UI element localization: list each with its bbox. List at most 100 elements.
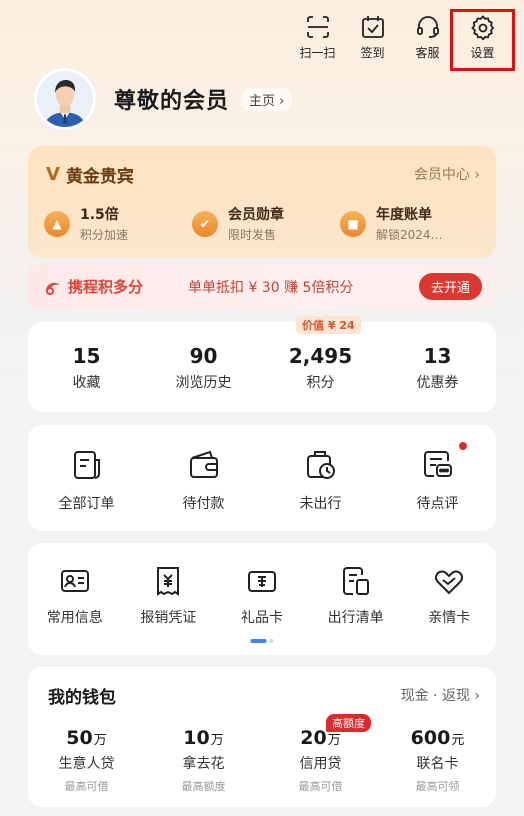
wallet-name: 信用贷 [299, 756, 342, 772]
stat-label: 优惠券 [416, 375, 459, 391]
avatar[interactable] [34, 68, 96, 130]
wallet-name: 生意人贷 [58, 756, 115, 772]
perk-annual-bill[interactable]: ■ 年度账单 解锁2024… [340, 204, 488, 243]
profile-header: 尊敬的会员 主页 › [34, 68, 293, 130]
membership-level-label: 黄金贵宾 [65, 167, 134, 187]
tool-label: 报销凭证 [140, 610, 197, 626]
promo-brand-label: 携程积多分 [68, 278, 144, 296]
stat-favorites[interactable]: 15 收藏 [28, 344, 145, 392]
wallet-credit-loan[interactable]: 20万 信用贷 最高可借 [262, 727, 379, 794]
tool-label: 礼品卡 [240, 610, 283, 626]
wallet-unit: 万 [327, 733, 341, 748]
vip-v-icon: V [46, 164, 60, 185]
perk-title: 1.5倍 [80, 207, 119, 223]
membership-level: V 黄金贵宾 [46, 162, 134, 187]
perk-subtitle: 积分加速 [80, 228, 129, 242]
order-to-review[interactable]: 待点评 [379, 447, 496, 513]
tool-family-card[interactable]: 亲情卡 [402, 565, 496, 627]
page-indicator [250, 639, 274, 643]
wallet-title: 我的钱包 [48, 688, 116, 708]
promo-brand: 携程积多分 [44, 276, 143, 297]
wallet-sub: 最高可领 [415, 780, 460, 793]
perk-medal[interactable]: ✔ 会员勋章 限时发售 [192, 204, 340, 243]
perk-title: 年度账单 [376, 207, 432, 223]
homepage-link[interactable]: 主页 › [241, 87, 293, 111]
settings-label: 设置 [470, 46, 495, 60]
perk-list: ▲ 1.5倍 积分加速 ✔ 会员勋章 限时发售 ■ 年度账单 解锁2024… [44, 204, 488, 243]
member-center-link[interactable]: 会员中心 › [414, 164, 480, 184]
activate-button[interactable]: 去开通 [418, 273, 482, 300]
receipt-icon [157, 567, 180, 596]
stat-coupons[interactable]: 13 优惠券 [379, 344, 496, 392]
tool-gift-card[interactable]: 礼品卡 [215, 565, 309, 627]
points-promo-banner[interactable]: 携程积多分 单单抵扣 ¥ 30 赚 5倍积分 去开通 [28, 264, 496, 308]
perk-subtitle: 限时发售 [228, 228, 277, 242]
perk-points-boost[interactable]: ▲ 1.5倍 积分加速 [44, 204, 192, 243]
all-orders-icon [73, 451, 100, 479]
stats-card: 价值 ¥ 24 15 收藏 90 浏览历史 2,495 积分 13 优惠券 [28, 316, 496, 412]
settings-gear-icon [470, 15, 494, 40]
gift-icon: ■ [340, 210, 366, 237]
order-label: 全部订单 [58, 496, 115, 512]
wallet-name: 联名卡 [416, 756, 459, 772]
order-upcoming[interactable]: 未出行 [262, 447, 379, 513]
tools-card: 常用信息 报销凭证 礼品卡 出行清单 亲情卡 [28, 543, 496, 655]
tool-frequent-info[interactable]: 常用信息 [28, 565, 122, 627]
scan-label: 扫一扫 [299, 46, 336, 60]
cash-cashback-link[interactable]: 现金 · 返现 › [401, 685, 480, 705]
avatar-image [37, 71, 93, 127]
id-card-icon [60, 570, 89, 592]
order-pending-payment[interactable]: 待付款 [145, 447, 262, 513]
checklist-icon [342, 567, 369, 595]
order-label: 未出行 [299, 496, 342, 512]
tool-travel-checklist[interactable]: 出行清单 [309, 565, 403, 627]
top-action-bar: 扫一扫 签到 客服 设置 [290, 9, 515, 71]
wallet-naquhua[interactable]: 10万 拿去花 最高额度 [145, 727, 262, 794]
ctrip-logo-icon [46, 282, 60, 295]
stat-value: 15 [72, 344, 101, 368]
wallet-unit: 万 [210, 733, 224, 748]
customer-service-label: 客服 [415, 46, 440, 60]
gold-membership-card[interactable]: V 黄金贵宾 会员中心 › ▲ 1.5倍 积分加速 ✔ 会员勋章 限时发售 ■ … [28, 146, 496, 258]
family-card-icon [435, 570, 464, 595]
points-value-badge: 价值 ¥ 24 [296, 316, 361, 334]
stat-value: 13 [423, 344, 452, 368]
checkin-label: 签到 [360, 46, 385, 60]
wallet-sub: 最高额度 [181, 780, 226, 793]
wallet-name: 拿去花 [182, 756, 225, 772]
headset-icon [416, 16, 439, 38]
stat-label: 积分 [306, 375, 335, 391]
checkin-button[interactable]: 签到 [345, 14, 400, 66]
wallet-cobranded-card[interactable]: 600元 联名卡 最高可领 [379, 727, 496, 794]
perk-title: 会员勋章 [228, 207, 284, 223]
review-icon [423, 451, 452, 477]
medal-icon: ✔ [192, 210, 218, 237]
wallet-sub: 最高可借 [64, 780, 109, 793]
promo-description: 单单抵扣 ¥ 30 赚 5倍积分 [188, 280, 354, 296]
stat-value: 90 [189, 344, 218, 368]
stat-history[interactable]: 90 浏览历史 [145, 344, 262, 392]
orders-card: 全部订单 待付款 未出行 待点评 [28, 425, 496, 531]
gift-card-icon [247, 571, 276, 592]
tool-label: 常用信息 [46, 610, 103, 626]
wallet-amount: 50 [66, 727, 93, 749]
order-label: 待点评 [416, 496, 459, 512]
tool-label: 亲情卡 [428, 610, 471, 626]
tool-reimbursement[interactable]: 报销凭证 [122, 565, 216, 627]
wallet-amount: 600 [410, 727, 451, 749]
perk-subtitle: 解锁2024… [376, 228, 443, 242]
page-dot-active [250, 639, 267, 643]
scan-button[interactable]: 扫一扫 [290, 14, 345, 66]
wallet-amount: 10 [183, 727, 210, 749]
wallet-sub: 最高可借 [298, 780, 343, 793]
wallet-business-loan[interactable]: 50万 生意人贷 最高可借 [28, 727, 145, 794]
order-all[interactable]: 全部订单 [28, 447, 145, 513]
settings-button[interactable]: 设置 [450, 9, 515, 71]
wallet-pay-icon [189, 450, 218, 478]
stat-points[interactable]: 2,495 积分 [262, 344, 379, 392]
stat-label: 收藏 [72, 375, 101, 391]
order-label: 待付款 [182, 496, 225, 512]
customer-service-button[interactable]: 客服 [400, 14, 455, 66]
wallet-unit: 万 [93, 733, 107, 748]
rocket-icon: ▲ [44, 210, 70, 237]
